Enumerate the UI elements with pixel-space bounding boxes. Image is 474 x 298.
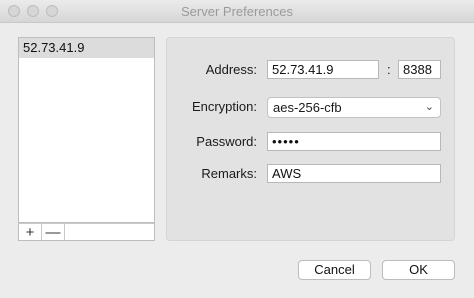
add-server-button[interactable]: + <box>19 224 42 241</box>
address-field[interactable] <box>267 60 379 79</box>
encryption-value: aes-256-cfb <box>273 100 342 115</box>
server-list-toolbar: + — <box>18 223 155 241</box>
chevron-down-icon: ⌄ <box>424 101 434 113</box>
server-settings-panel: Address: : Encryption: aes-256-cfb ⌄ Pas… <box>166 37 455 241</box>
remarks-field[interactable] <box>267 164 441 183</box>
remove-server-button[interactable]: — <box>42 224 65 241</box>
title-bar: Server Preferences <box>0 0 474 23</box>
port-field[interactable] <box>398 60 441 79</box>
encryption-select[interactable]: aes-256-cfb ⌄ <box>267 97 441 118</box>
window-title: Server Preferences <box>181 4 293 19</box>
server-list-item[interactable]: 52.73.41.9 <box>19 38 154 58</box>
server-list[interactable]: 52.73.41.9 <box>18 37 155 223</box>
address-label: Address: <box>205 62 257 77</box>
password-field[interactable] <box>267 132 441 151</box>
port-separator: : <box>387 62 391 77</box>
remarks-label: Remarks: <box>201 166 257 181</box>
password-label: Password: <box>196 134 257 149</box>
cancel-button[interactable]: Cancel <box>298 260 371 280</box>
ok-button[interactable]: OK <box>382 260 455 280</box>
encryption-label: Encryption: <box>191 99 257 114</box>
